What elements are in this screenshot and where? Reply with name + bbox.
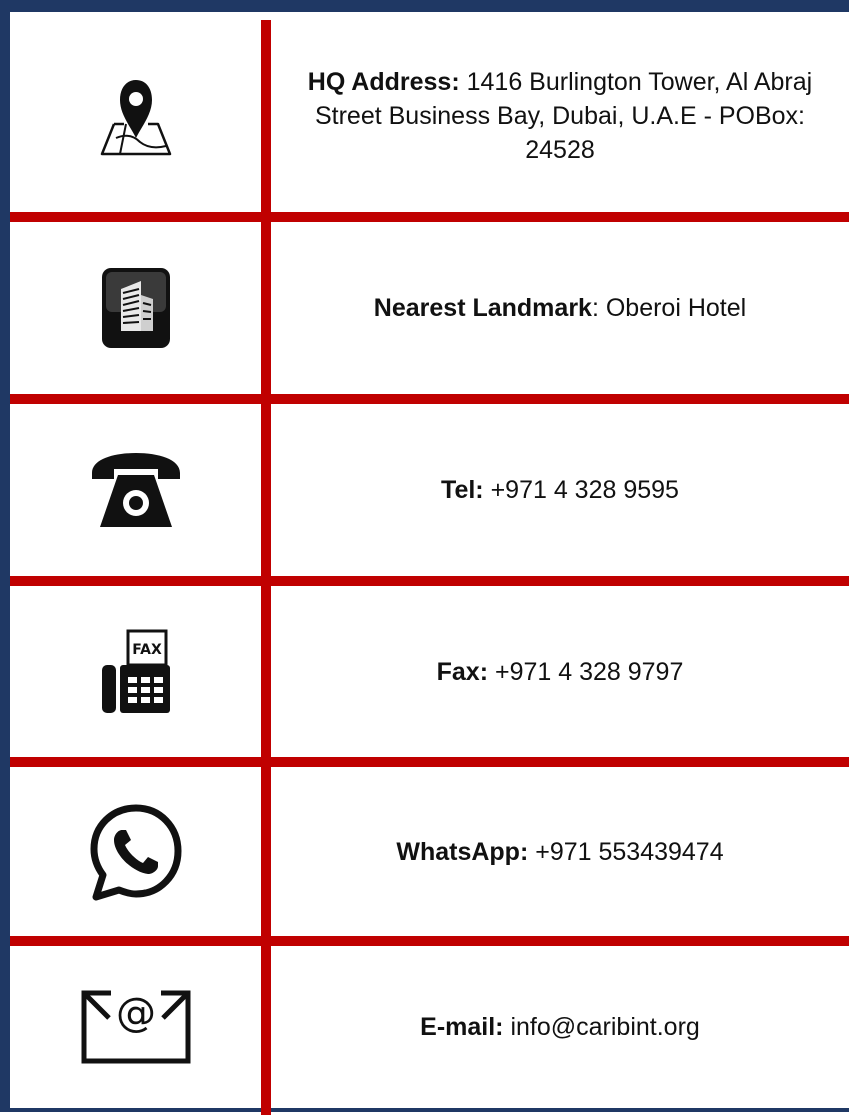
landmark-text-cell: Nearest Landmark: Oberoi Hotel [271,222,849,394]
whatsapp-row: WhatsApp: +971 553439474 [10,767,849,936]
landmark-row: Nearest Landmark: Oberoi Hotel [10,222,849,394]
fax-icon: FAX [100,629,172,715]
telephone-icon [88,449,184,531]
tel-value: +971 4 328 9595 [483,476,679,504]
email-icon-cell: @ [10,946,261,1108]
email-text-cell: E-mail: info@caribint.org [271,946,849,1108]
fax-icon-cell: FAX [10,586,261,757]
email-row: @ E-mail: info@caribint.org [10,946,849,1108]
whatsapp-label: WhatsApp: [396,837,529,866]
address-text-cell: HQ Address: 1416 Burlington Tower, Al Ab… [271,20,849,212]
tel-icon-cell [10,404,261,576]
email-icon: @ [81,990,191,1064]
address-label: HQ Address: [307,68,460,96]
row-divider [10,212,849,222]
whatsapp-icon [86,802,186,902]
email-value[interactable]: info@caribint.org [504,1013,699,1041]
row-divider [10,936,849,946]
landmark-icon-cell [10,222,261,394]
address-row: HQ Address: 1416 Burlington Tower, Al Ab… [10,20,849,212]
email-label: E-mail: [420,1013,504,1041]
fax-text-cell: Fax: +971 4 328 9797 [271,586,849,757]
tel-text-cell: Tel: +971 4 328 9595 [271,404,849,576]
row-divider [10,757,849,767]
whatsapp-value: +971 553439474 [528,837,724,866]
svg-text:@: @ [116,990,156,1036]
fax-row: FAX Fax: +971 4 328 9797 [10,586,849,757]
address-icon-cell [10,20,261,212]
fax-value: +971 4 328 9797 [488,657,684,686]
whatsapp-icon-cell [10,767,261,936]
map-pin-icon [96,74,176,158]
fax-label: Fax: [436,657,489,686]
fax-icon-text: FAX [132,642,162,658]
column-divider [261,20,271,1115]
building-icon [101,267,171,349]
tel-row: Tel: +971 4 328 9595 [10,404,849,576]
whatsapp-text-cell: WhatsApp: +971 553439474 [271,767,849,936]
landmark-value: : Oberoi Hotel [591,294,747,322]
tel-label: Tel: [441,476,484,504]
landmark-label: Nearest Landmark [373,294,592,322]
row-divider [10,394,849,404]
row-divider [10,576,849,586]
